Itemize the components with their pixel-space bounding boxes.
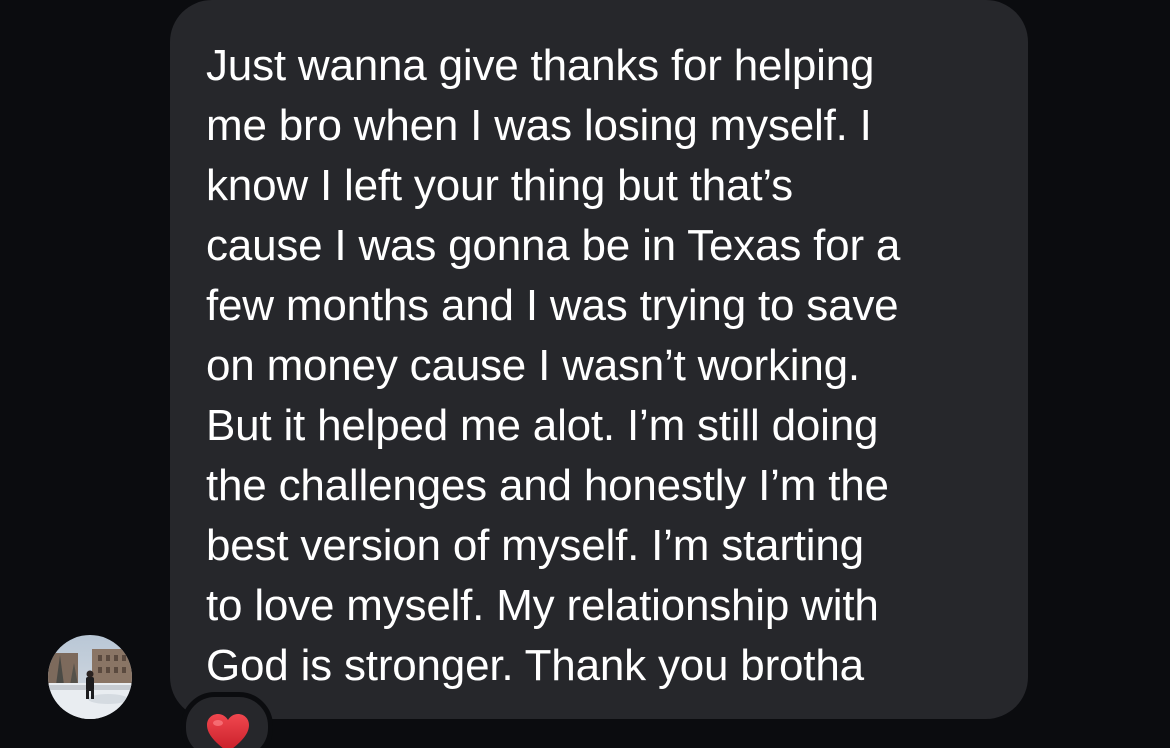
avatar-photo-icon bbox=[48, 635, 132, 719]
message-thread: Just wanna give thanks for helping me br… bbox=[0, 0, 1170, 748]
message-text: Just wanna give thanks for helping me br… bbox=[206, 41, 901, 690]
message-bubble[interactable]: Just wanna give thanks for helping me br… bbox=[170, 0, 1028, 719]
avatar[interactable] bbox=[48, 635, 132, 719]
red-heart-icon bbox=[207, 714, 249, 748]
reaction-badge[interactable] bbox=[181, 692, 273, 748]
